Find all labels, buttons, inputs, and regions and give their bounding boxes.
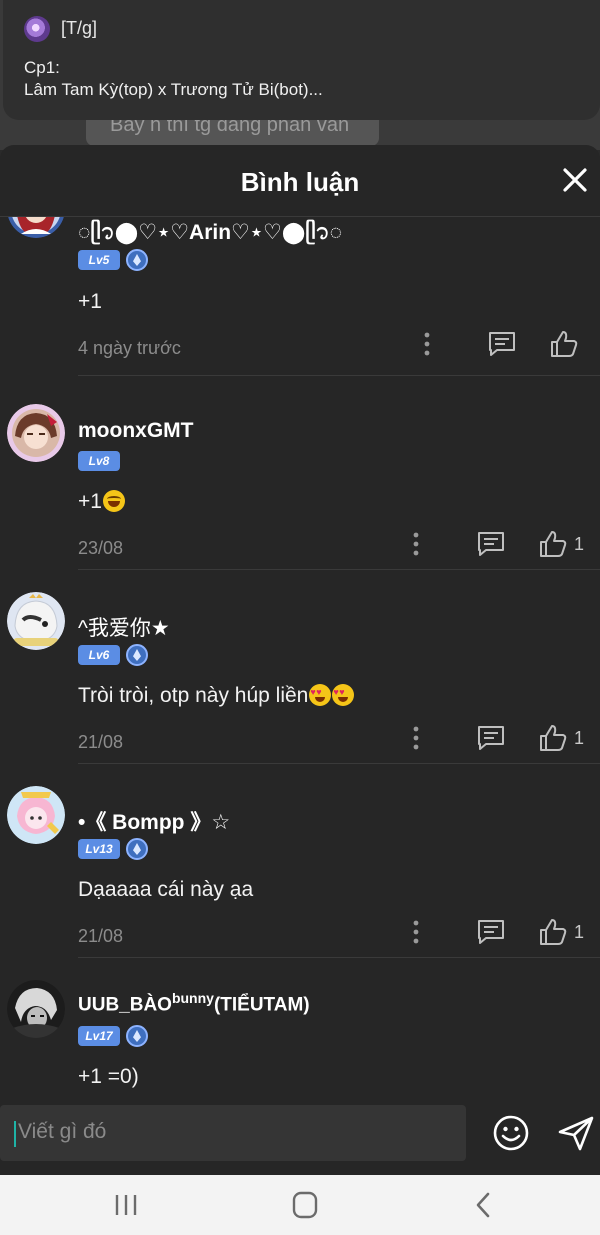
comment-text: +1 =0) bbox=[78, 1065, 139, 1088]
comment-text: Tròi tròi, otp này húp liền bbox=[78, 684, 355, 708]
notification-banner[interactable]: [T/g] Cp1: Lâm Tam Kỳ(top) x Trương Tử B… bbox=[3, 0, 600, 120]
verified-badge-icon bbox=[126, 838, 148, 860]
comment-text: +1 bbox=[78, 290, 102, 313]
like-count: 1 bbox=[574, 534, 585, 554]
home-icon[interactable] bbox=[285, 1189, 325, 1221]
comment-date: 21/08 bbox=[78, 732, 124, 752]
more-vertical-icon[interactable] bbox=[400, 528, 432, 560]
level-badge: Lv6 bbox=[78, 645, 120, 665]
comment-item: •《 Bompp 》☆ Lv13 Dạaaaa cái này ạa 21/08… bbox=[0, 764, 600, 958]
level-badge: Lv13 bbox=[78, 839, 120, 859]
comment-username[interactable]: moonxGMT bbox=[78, 419, 194, 443]
avatar[interactable] bbox=[7, 786, 65, 844]
level-badge: Lv17 bbox=[78, 1026, 120, 1046]
notification-title: Cp1: bbox=[24, 58, 60, 77]
more-vertical-icon[interactable] bbox=[400, 722, 432, 754]
comment-item: ^我爱你★ Lv6 Tròi tròi, otp này húp liền 21… bbox=[0, 570, 600, 764]
comment-icon[interactable] bbox=[475, 528, 507, 560]
comment-input[interactable]: Viết gì đó bbox=[0, 1105, 466, 1161]
like-count: 1 bbox=[574, 728, 585, 748]
verified-badge-icon bbox=[126, 1025, 148, 1047]
comment-username[interactable]: ^我爱你★ bbox=[78, 612, 170, 642]
comment-date: 23/08 bbox=[78, 538, 124, 558]
grinning-squinting-emoji-icon bbox=[102, 490, 125, 512]
close-icon[interactable] bbox=[558, 163, 592, 197]
recents-icon[interactable] bbox=[106, 1189, 146, 1221]
comment-item: moonxGMT Lv8 +1 23/08 1 bbox=[0, 376, 600, 570]
more-vertical-icon[interactable] bbox=[411, 328, 443, 360]
level-badge: Lv5 bbox=[78, 250, 120, 270]
avatar[interactable] bbox=[7, 980, 65, 1038]
verified-badge-icon bbox=[126, 644, 148, 666]
comment-item: ◌ᥫ᭡⬤♡⋆♡Arin♡⋆♡⬤ᥫ᭡◌ Lv5 +1 4 ngày trước bbox=[0, 217, 600, 376]
comment-input-placeholder: Viết gì đó bbox=[18, 1120, 107, 1143]
avatar[interactable] bbox=[7, 592, 65, 650]
thumbs-up-icon[interactable] bbox=[537, 722, 569, 754]
text-caret bbox=[14, 1121, 16, 1147]
comment-list[interactable]: ◌ᥫ᭡⬤♡⋆♡Arin♡⋆♡⬤ᥫ᭡◌ Lv5 +1 4 ngày trước m… bbox=[0, 217, 600, 1105]
comment-text: Dạaaaa cái này ạa bbox=[78, 878, 254, 901]
thumbs-up-icon[interactable] bbox=[537, 528, 569, 560]
heart-eyes-emoji-icon bbox=[332, 684, 355, 706]
comment-icon[interactable] bbox=[486, 328, 518, 360]
notification-body: Lâm Tam Kỳ(top) x Trương Tử Bi(bot)... bbox=[24, 80, 323, 99]
verified-badge-icon bbox=[126, 249, 148, 271]
comment-icon[interactable] bbox=[475, 916, 507, 948]
app-avatar-icon bbox=[24, 16, 50, 42]
comments-panel: Bình luận ◌ᥫ᭡⬤♡⋆♡Arin♡⋆♡⬤ᥫ᭡◌ Lv5 +1 4 ng… bbox=[0, 145, 600, 1175]
comment-date: 4 ngày trước bbox=[78, 338, 181, 358]
comment-date: 21/08 bbox=[78, 926, 124, 946]
panel-title: Bình luận bbox=[240, 167, 360, 197]
comment-text: +1 bbox=[78, 490, 125, 514]
notification-app-tag: [T/g] bbox=[61, 18, 98, 38]
comment-input-bar: Viết gì đó bbox=[0, 1093, 600, 1175]
level-badge: Lv8 bbox=[78, 451, 120, 471]
comment-item: UUB_BÀObunny(TIỂUTAM) Lv17 +1 =0) bbox=[0, 958, 600, 1105]
more-vertical-icon[interactable] bbox=[400, 916, 432, 948]
comment-username[interactable]: •《 Bompp 》☆ bbox=[78, 806, 230, 836]
heart-eyes-emoji-icon bbox=[309, 684, 332, 706]
thumbs-up-icon[interactable] bbox=[537, 916, 569, 948]
send-icon[interactable] bbox=[556, 1113, 596, 1153]
thumbs-up-icon[interactable] bbox=[548, 328, 580, 360]
comment-icon[interactable] bbox=[475, 722, 507, 754]
avatar[interactable] bbox=[7, 217, 65, 238]
panel-header: Bình luận bbox=[0, 145, 600, 217]
avatar[interactable] bbox=[7, 404, 65, 462]
like-count: 1 bbox=[574, 922, 585, 942]
comment-username[interactable]: UUB_BÀObunny(TIỂUTAM) bbox=[78, 990, 310, 1016]
smiley-icon[interactable] bbox=[492, 1114, 530, 1152]
back-icon[interactable] bbox=[463, 1189, 503, 1221]
system-navigation-bar bbox=[0, 1175, 600, 1235]
